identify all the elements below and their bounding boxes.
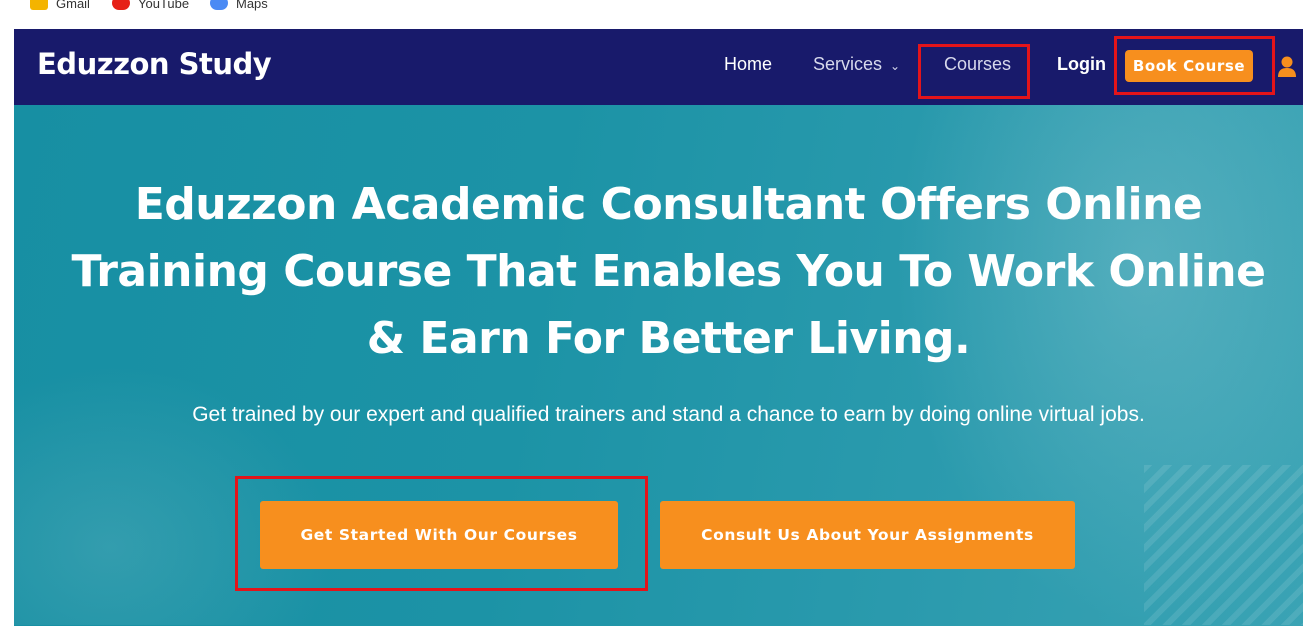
gmail-icon — [30, 0, 48, 10]
hero-title: Eduzzon Academic Consultant Offers Onlin… — [71, 179, 1266, 364]
maps-icon — [210, 0, 228, 10]
hero-background-image — [1144, 465, 1303, 625]
chevron-down-icon: ⌄ — [890, 58, 901, 73]
bookmark-label: Gmail — [56, 0, 90, 11]
nav-services[interactable]: Services ⌄ — [813, 54, 900, 75]
bookmark-label: Maps — [236, 0, 268, 11]
bookmark-maps[interactable]: Maps — [210, 0, 268, 12]
nav-home[interactable]: Home — [724, 54, 772, 75]
nav-courses[interactable]: Courses — [944, 54, 1011, 75]
site-header: Eduzzon Study Home Services ⌄ Courses Lo… — [14, 29, 1303, 105]
bookmark-label: YouTube — [138, 0, 190, 11]
bookmarks-bar: Gmail YouTube Maps — [0, 0, 1303, 22]
bookmark-gmail[interactable]: Gmail — [30, 0, 90, 12]
hero-section: Eduzzon Academic Consultant Offers Onlin… — [14, 105, 1303, 626]
consult-assignments-button[interactable]: Consult Us About Your Assignments — [660, 501, 1075, 569]
book-course-button[interactable]: Book Course — [1125, 50, 1253, 82]
user-icon[interactable] — [1277, 55, 1297, 79]
youtube-icon — [112, 0, 130, 10]
site-logo[interactable]: Eduzzon Study — [37, 47, 272, 81]
nav-services-label: Services — [813, 54, 883, 74]
nav-login[interactable]: Login — [1057, 54, 1106, 75]
hero-subtitle: Get trained by our expert and qualified … — [192, 403, 1145, 426]
get-started-courses-button[interactable]: Get Started With Our Courses — [260, 501, 618, 569]
bookmark-youtube[interactable]: YouTube — [112, 0, 189, 12]
